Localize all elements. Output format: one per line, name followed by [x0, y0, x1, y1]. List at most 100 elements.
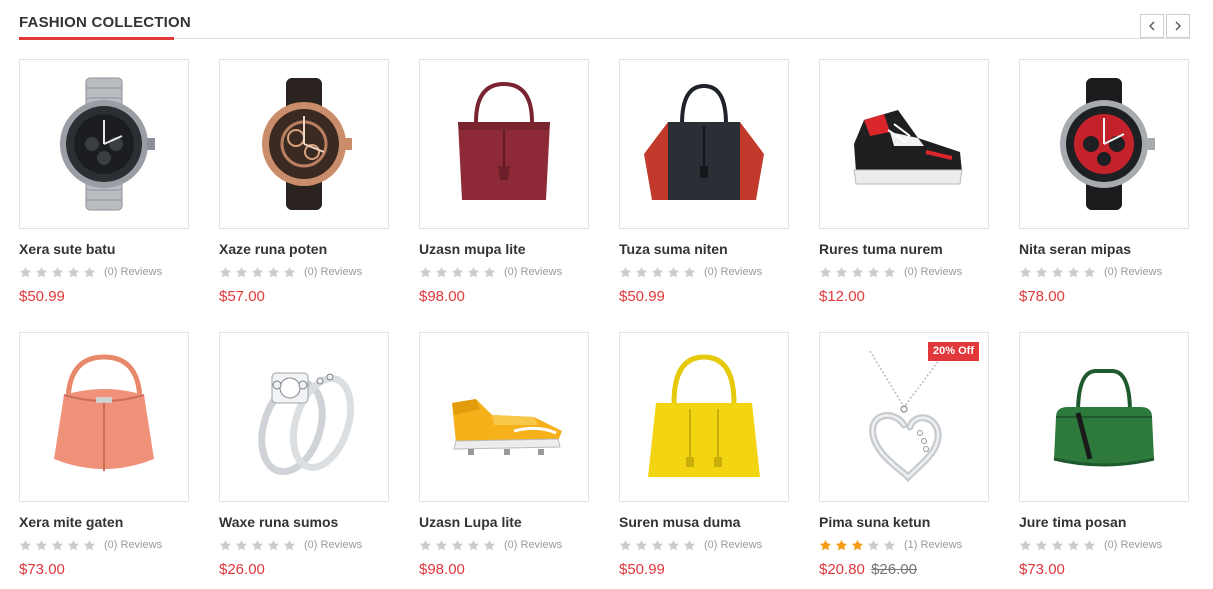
product-image-link[interactable] — [19, 59, 189, 229]
product-name-link[interactable]: Xera mite gaten — [19, 514, 189, 530]
star-empty-icon — [35, 539, 48, 550]
carousel-prev-button[interactable] — [1140, 14, 1164, 38]
duffel-bag-icon — [1053, 369, 1155, 467]
product-name-link[interactable]: Waxe runa sumos — [219, 514, 389, 530]
reviews-link[interactable]: (0) Reviews — [504, 266, 562, 278]
product-name-link[interactable]: Nita seran mipas — [1019, 241, 1189, 257]
product-card: Nita seran mipas (0) Reviews $78.00 — [1019, 59, 1189, 332]
reviews-link[interactable]: (0) Reviews — [504, 539, 562, 551]
product-image-link[interactable] — [219, 59, 389, 229]
reviews-link[interactable]: (0) Reviews — [304, 539, 362, 551]
star-empty-icon — [467, 539, 480, 550]
product-name-link[interactable]: Xera sute batu — [19, 241, 189, 257]
price: $98.00 — [419, 561, 465, 578]
product-image-link[interactable] — [819, 59, 989, 229]
star-empty-icon — [1067, 266, 1080, 277]
product-name-link[interactable]: Suren musa duma — [619, 514, 789, 530]
product-card: Uzasn Lupa lite (0) Reviews $98.00 — [419, 332, 589, 589]
handbag-burgundy-icon — [458, 81, 550, 200]
product-grid: Xera sute batu (0) Reviews $50.99 Xaze r… — [19, 59, 1189, 589]
product-card: Xaze runa poten (0) Reviews $57.00 — [219, 59, 389, 332]
reviews-link[interactable]: (0) Reviews — [904, 266, 962, 278]
product-card: Rures tuma nurem (0) Reviews $12.00 — [819, 59, 989, 332]
reviews-link[interactable]: (0) Reviews — [1104, 539, 1162, 551]
sale-badge: 20% Off — [928, 342, 979, 361]
product-card: Jure tima posan (0) Reviews $73.00 — [1019, 332, 1189, 589]
price: $26.00 — [219, 561, 265, 578]
star-empty-icon — [1019, 266, 1032, 277]
star-empty-icon — [683, 539, 696, 550]
title-underline — [19, 37, 174, 40]
star-empty-icon — [51, 539, 64, 550]
star-empty-icon — [67, 539, 80, 550]
product-card: Tuza suma niten (0) Reviews $50.99 — [619, 59, 789, 332]
star-filled-icon — [851, 539, 864, 550]
diamond-rings-icon — [258, 372, 355, 476]
product-name-link[interactable]: Jure tima posan — [1019, 514, 1189, 530]
star-empty-icon — [83, 539, 96, 550]
product-image-link[interactable] — [1019, 59, 1189, 229]
product-rating: (0) Reviews — [219, 538, 389, 552]
star-empty-icon — [867, 266, 880, 277]
product-image-link[interactable] — [419, 332, 589, 502]
product-rating: (0) Reviews — [619, 265, 789, 279]
star-empty-icon — [51, 266, 64, 277]
star-empty-icon — [467, 266, 480, 277]
product-name-link[interactable]: Pima suna ketun — [819, 514, 989, 530]
star-empty-icon — [651, 539, 664, 550]
product-image-link[interactable] — [419, 59, 589, 229]
carousel-next-button[interactable] — [1166, 14, 1190, 38]
product-name-link[interactable]: Uzasn mupa lite — [419, 241, 589, 257]
reviews-link[interactable]: (0) Reviews — [704, 539, 762, 551]
product-price: $78.00 — [1019, 288, 1189, 306]
star-empty-icon — [1067, 539, 1080, 550]
star-empty-icon — [67, 266, 80, 277]
product-image-link[interactable] — [619, 332, 789, 502]
reviews-link[interactable]: (0) Reviews — [1104, 266, 1162, 278]
star-empty-icon — [1035, 539, 1048, 550]
product-name-link[interactable]: Rures tuma nurem — [819, 241, 989, 257]
star-empty-icon — [419, 266, 432, 277]
product-price: $12.00 — [819, 288, 989, 306]
star-empty-icon — [451, 266, 464, 277]
product-image-link[interactable] — [219, 332, 389, 502]
star-empty-icon — [819, 266, 832, 277]
star-rating — [19, 266, 99, 279]
star-empty-icon — [1083, 266, 1096, 277]
star-empty-icon — [619, 266, 632, 277]
reviews-link[interactable]: (0) Reviews — [704, 266, 762, 278]
product-image-link[interactable] — [619, 59, 789, 229]
price: $50.99 — [619, 288, 665, 305]
old-price: $26.00 — [871, 561, 917, 578]
star-empty-icon — [1051, 266, 1064, 277]
reviews-link[interactable]: (1) Reviews — [904, 539, 962, 551]
reviews-link[interactable]: (0) Reviews — [104, 266, 162, 278]
product-image-link[interactable] — [1019, 332, 1189, 502]
product-rating: (0) Reviews — [1019, 265, 1189, 279]
price: $20.80 — [819, 561, 865, 578]
star-empty-icon — [483, 266, 496, 277]
product-card: Waxe runa sumos (0) Reviews $26.00 — [219, 332, 389, 589]
price: $78.00 — [1019, 288, 1065, 305]
star-empty-icon — [19, 539, 32, 550]
star-empty-icon — [667, 266, 680, 277]
product-price: $57.00 — [219, 288, 389, 306]
star-filled-icon — [835, 539, 848, 550]
product-image-link[interactable] — [19, 332, 189, 502]
star-empty-icon — [251, 266, 264, 277]
bucket-bag-icon — [54, 354, 154, 471]
star-empty-icon — [219, 539, 232, 550]
product-price: $73.00 — [19, 561, 189, 579]
star-empty-icon — [235, 266, 248, 277]
reviews-link[interactable]: (0) Reviews — [304, 266, 362, 278]
star-empty-icon — [883, 539, 896, 550]
product-rating: (0) Reviews — [19, 538, 189, 552]
star-empty-icon — [619, 539, 632, 550]
product-name-link[interactable]: Uzasn Lupa lite — [419, 514, 589, 530]
product-price: $20.80 $26.00 — [819, 561, 989, 579]
reviews-link[interactable]: (0) Reviews — [104, 539, 162, 551]
product-name-link[interactable]: Tuza suma niten — [619, 241, 789, 257]
star-empty-icon — [35, 266, 48, 277]
product-name-link[interactable]: Xaze runa poten — [219, 241, 389, 257]
product-image-link[interactable]: 20% Off — [819, 332, 989, 502]
